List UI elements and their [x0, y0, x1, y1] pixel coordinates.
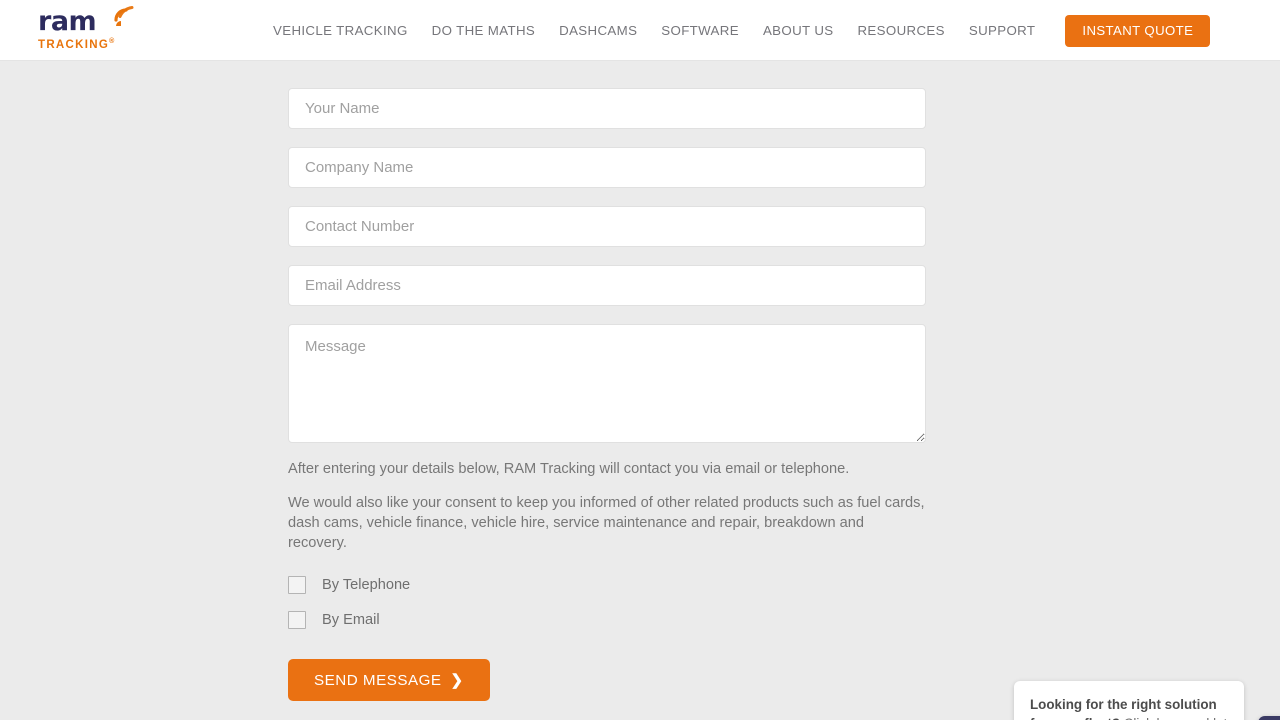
consent-checkbox-telephone[interactable]	[288, 575, 306, 594]
contact-number-input[interactable]	[288, 206, 926, 247]
wifi-signal-icon	[114, 6, 134, 26]
nav-item-vehicle-tracking[interactable]: VEHICLE TRACKING	[273, 23, 420, 38]
consent-label-telephone[interactable]: By Telephone	[322, 577, 410, 593]
site-logo[interactable]: ram TRACKING®	[38, 6, 134, 54]
contact-notice-text: After entering your details below, RAM T…	[288, 461, 850, 477]
nav-item-resources[interactable]: RESOURCES	[845, 23, 956, 38]
instant-quote-button[interactable]: INSTANT QUOTE	[1065, 14, 1211, 47]
nav-item-do-the-maths[interactable]: DO THE MATHS	[420, 23, 547, 38]
nav-item-software[interactable]: SOFTWARE	[649, 23, 751, 38]
consent-checkbox-email[interactable]	[288, 610, 306, 629]
main-navigation: VEHICLE TRACKING DO THE MATHS DASHCAMS S…	[273, 0, 1211, 61]
send-message-label: SEND MESSAGE	[314, 671, 442, 689]
company-name-input[interactable]	[288, 147, 926, 188]
chat-launcher-tab[interactable]	[1258, 716, 1280, 720]
consent-row-telephone[interactable]: By Telephone	[288, 575, 926, 594]
chevron-right-icon: ❯	[450, 671, 464, 689]
consent-notice-text: We would also like your consent to keep …	[288, 495, 925, 551]
message-textarea[interactable]	[288, 324, 926, 443]
consent-row-email[interactable]: By Email	[288, 610, 926, 629]
chat-prompt-bubble[interactable]: Looking for the right solution for your …	[1014, 681, 1244, 720]
contact-form: After entering your details below, RAM T…	[288, 88, 926, 701]
registered-mark-icon: ®	[109, 38, 116, 45]
email-address-input[interactable]	[288, 265, 926, 306]
nav-item-support[interactable]: SUPPORT	[957, 23, 1048, 38]
send-message-button[interactable]: SEND MESSAGE ❯	[288, 659, 490, 701]
your-name-input[interactable]	[288, 88, 926, 129]
site-header: ram TRACKING® VEHICLE TRACKING DO THE MA…	[0, 0, 1280, 61]
logo-tagline: TRACKING®	[38, 38, 116, 51]
nav-item-dashcams[interactable]: DASHCAMS	[547, 23, 649, 38]
page-body: After entering your details below, RAM T…	[0, 61, 1280, 720]
nav-item-about-us[interactable]: ABOUT US	[751, 23, 846, 38]
consent-label-email[interactable]: By Email	[322, 612, 380, 628]
